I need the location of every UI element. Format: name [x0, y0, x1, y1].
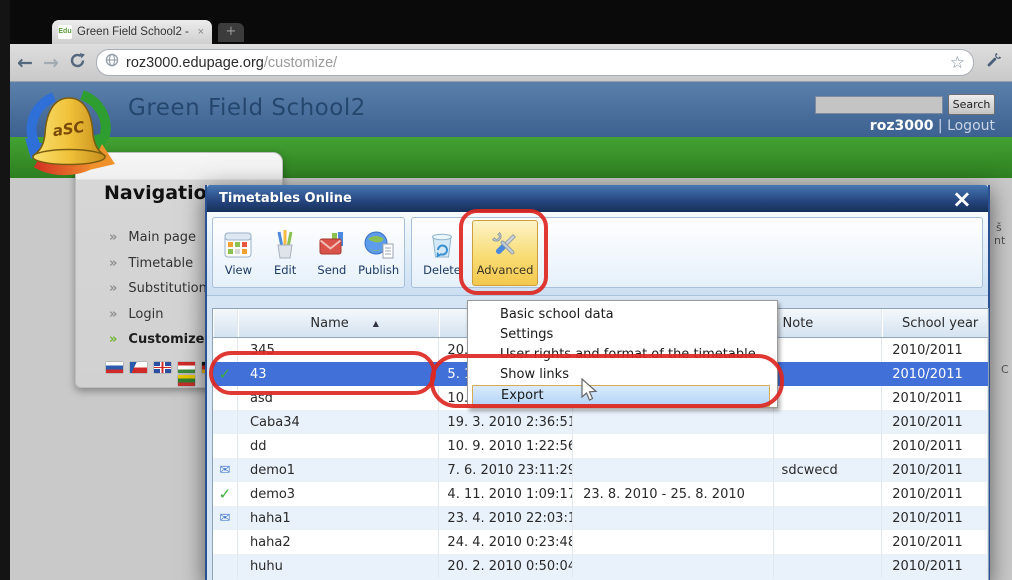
flag-lithuania-icon[interactable]	[178, 375, 195, 386]
username: roz3000	[870, 118, 934, 134]
bg-fragment: nt	[994, 234, 1005, 247]
note-column-header[interactable]: Note	[774, 309, 883, 337]
menu-item-settings[interactable]: Settings	[468, 325, 777, 345]
table-row[interactable]: huhu 20. 2. 2010 0:50:04 2010/2011	[213, 554, 988, 578]
chevron-icon: »	[109, 230, 117, 245]
table-row[interactable]: ✉ demo1 7. 6. 2010 23:11:29 sdcwecd 2010…	[213, 458, 988, 482]
send-button[interactable]: Send	[309, 222, 356, 284]
asc-bell-logo: aSC	[12, 82, 126, 190]
search-button[interactable]: Search	[948, 94, 995, 115]
edit-button[interactable]: Edit	[262, 222, 309, 284]
dialog-toolbar: View Edit Send Publish Delete	[207, 212, 988, 296]
school-year-column-header[interactable]: School year	[882, 309, 988, 337]
bg-fragment: š	[996, 221, 1002, 234]
envelope-icon	[316, 229, 348, 261]
table-row[interactable]: haha2 24. 4. 2010 0:23:48 2010/2011	[213, 530, 988, 554]
publish-button[interactable]: Publish	[355, 222, 402, 284]
flag-slovakia-icon[interactable]	[106, 362, 123, 373]
mail-icon: ✉	[220, 463, 231, 478]
user-session: roz3000 | Logout	[700, 118, 995, 134]
chevron-icon: »	[109, 332, 117, 347]
edupage-favicon-icon: Edu	[58, 25, 72, 39]
table-row[interactable]: ✓ demo3 4. 11. 2010 1:09:17 23. 8. 2010 …	[213, 482, 988, 506]
bookmark-star-icon[interactable]: ☆	[950, 53, 965, 73]
search-input[interactable]	[815, 96, 943, 114]
table-row[interactable]: dd 10. 9. 2010 1:22:56 2010/2011	[213, 434, 988, 458]
reload-icon[interactable]	[64, 52, 90, 74]
window-border	[0, 0, 10, 580]
status-column-header[interactable]	[213, 309, 238, 337]
chevron-icon: »	[109, 281, 117, 296]
browser-tab[interactable]: Edu Green Field School2 - Cu... ×	[52, 20, 212, 44]
pencils-icon	[269, 229, 301, 261]
calendar-icon	[222, 229, 254, 261]
chevron-icon: »	[109, 256, 117, 271]
flag-uk-icon[interactable]	[154, 362, 171, 373]
page-title: Green Field School2	[128, 95, 366, 121]
url-bar[interactable]: roz3000.edupage.org/customize/ ☆	[96, 49, 974, 76]
new-tab-button[interactable]: +	[218, 23, 244, 42]
name-column-header[interactable]: Name▲	[238, 309, 439, 337]
globe-icon	[105, 53, 119, 72]
chevron-icon: »	[109, 307, 117, 322]
toolbar-group-main: View Edit Send Publish	[212, 217, 405, 288]
flag-hungary-icon[interactable]	[178, 362, 195, 373]
back-icon[interactable]: ←	[12, 52, 38, 74]
mouse-cursor-icon	[578, 378, 600, 406]
logout-link[interactable]: Logout	[947, 118, 995, 134]
annotation-circle-advanced	[459, 209, 548, 295]
forward-icon[interactable]: →	[38, 52, 64, 74]
tab-close-icon[interactable]: ×	[196, 26, 206, 38]
view-button[interactable]: View	[215, 222, 262, 284]
dialog-titlebar[interactable]: Timetables Online ×	[207, 185, 988, 212]
sort-asc-icon: ▲	[373, 319, 379, 328]
globe-page-icon	[363, 229, 395, 261]
table-row[interactable]: Caba34 19. 3. 2010 2:36:51 2010/2011	[213, 410, 988, 434]
wrench-menu-icon[interactable]	[983, 51, 1003, 75]
check-icon: ✓	[219, 485, 232, 503]
browser-toolbar: ← → roz3000.edupage.org/customize/ ☆	[0, 44, 1012, 82]
bg-fragment: C	[1001, 363, 1009, 376]
menu-item-basic-school-data[interactable]: Basic school data	[468, 305, 777, 325]
flag-czech-icon[interactable]	[130, 362, 147, 373]
table-row[interactable]: ✉ haha1 23. 4. 2010 22:03:19 2010/2011	[213, 506, 988, 530]
annotation-circle-export	[430, 354, 784, 408]
tab-title: Green Field School2 - Cu...	[77, 26, 191, 38]
dialog-title: Timetables Online	[219, 191, 948, 206]
close-icon[interactable]: ×	[948, 189, 976, 209]
annotation-circle-row-43	[209, 351, 436, 395]
mail-icon: ✉	[220, 511, 231, 526]
recycle-bin-icon	[426, 229, 458, 261]
url-text: roz3000.edupage.org/customize/	[126, 55, 943, 71]
